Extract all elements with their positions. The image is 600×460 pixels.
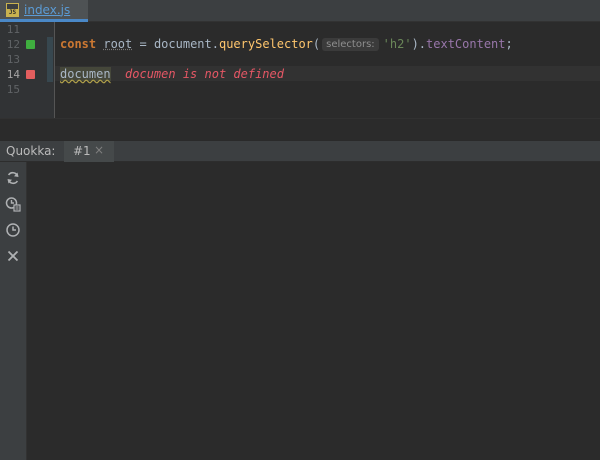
close-icon[interactable]: × — [94, 143, 104, 157]
parameter-hint: selectors: — [322, 38, 379, 51]
method-name: querySelector — [218, 37, 313, 51]
close-icon[interactable] — [5, 248, 21, 264]
string-literal: 'h2' — [382, 37, 412, 51]
variable-name: root — [103, 37, 133, 51]
quokka-panel-header: Quokka: #1 × — [0, 140, 600, 162]
coverage-timer-icon[interactable] — [5, 196, 21, 212]
keyword: const — [60, 37, 97, 51]
quokka-output-area[interactable] — [27, 162, 600, 460]
error-identifier[interactable]: documen — [60, 67, 111, 81]
line-gutter: 11 12 13 14 15 — [0, 22, 54, 118]
line-number: 15 — [6, 83, 20, 96]
open-paren: ( — [312, 37, 321, 51]
line-number: 13 — [6, 53, 20, 66]
code-line-14: documen documen is not defined — [60, 67, 284, 82]
panel-splitter[interactable] — [0, 118, 600, 140]
inline-error-message: documen is not defined — [125, 67, 284, 81]
property-name: textContent — [426, 37, 506, 51]
line-number: 12 — [6, 38, 20, 51]
js-file-icon-text: JS — [7, 8, 18, 16]
editor-tab-bar: JS index.js — [0, 0, 600, 22]
operator: = — [132, 37, 154, 51]
code-editor[interactable]: 11 12 13 14 15 const root = document.que… — [0, 22, 600, 118]
line-number: 11 — [6, 23, 20, 36]
quokka-tab-1[interactable]: #1 × — [64, 141, 114, 162]
fold-region-bar — [47, 37, 53, 82]
line-number-current: 14 — [6, 68, 20, 81]
coverage-marker-green — [26, 40, 35, 49]
tab-index-js[interactable]: JS index.js — [0, 0, 88, 22]
quokka-toolbar — [0, 162, 27, 460]
quokka-title: Quokka: — [6, 144, 56, 158]
refresh-icon[interactable] — [5, 170, 21, 186]
coverage-marker-red — [26, 70, 35, 79]
js-file-icon: JS — [6, 2, 19, 17]
tab-filename: index.js — [24, 2, 71, 17]
quokka-tab-label: #1 — [73, 144, 91, 158]
code-line-12: const root = document.querySelector(sele… — [60, 37, 513, 52]
object-name: document. — [153, 37, 219, 51]
clock-icon[interactable] — [5, 222, 21, 238]
close-paren: ). — [411, 37, 427, 51]
semicolon: ; — [505, 37, 513, 51]
